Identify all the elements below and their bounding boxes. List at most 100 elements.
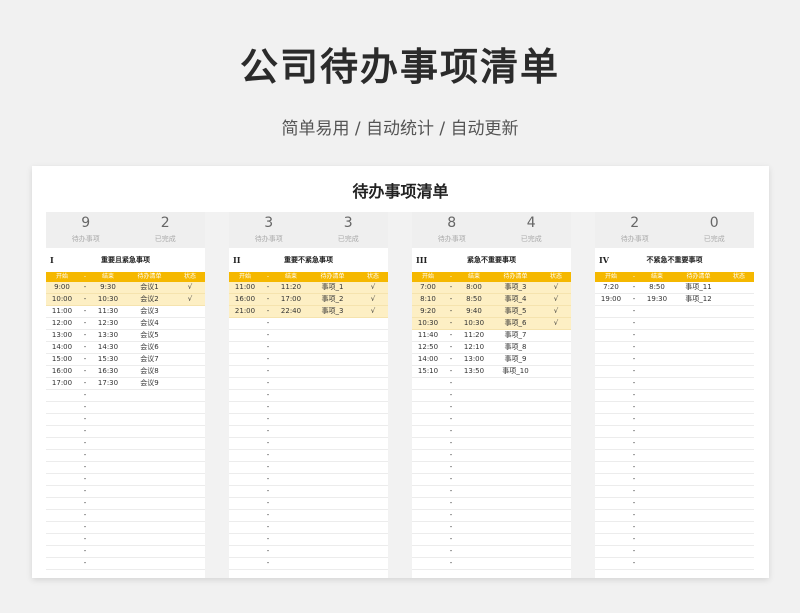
start-time-cell[interactable] [229,354,261,365]
end-time-cell[interactable]: 16:30 [92,366,124,377]
status-check-cell[interactable] [175,378,205,389]
task-cell[interactable] [673,402,724,413]
status-check-cell[interactable] [175,462,205,473]
end-time-cell[interactable]: 10:30 [92,294,124,305]
task-cell[interactable]: 会议6 [124,342,175,353]
table-row[interactable]: - [229,474,388,486]
end-time-cell[interactable] [92,558,124,569]
table-row[interactable]: - [229,534,388,546]
end-time-cell[interactable] [275,342,307,353]
table-row[interactable]: - [46,546,205,558]
task-cell[interactable] [490,402,541,413]
table-row[interactable]: - [229,558,388,570]
status-check-cell[interactable] [724,378,754,389]
status-check-cell[interactable] [358,402,388,413]
table-row[interactable]: - [412,486,571,498]
status-check-cell[interactable]: √ [175,282,205,293]
table-row[interactable]: 12:00-12:30 会议4 [46,318,205,330]
task-cell[interactable]: 事项_10 [490,366,541,377]
end-time-cell[interactable] [641,510,673,521]
task-cell[interactable]: 会议2 [124,294,175,305]
start-time-cell[interactable] [595,390,627,401]
end-time-cell[interactable]: 17:30 [92,378,124,389]
start-time-cell[interactable] [46,438,78,449]
status-check-cell[interactable] [541,426,571,437]
table-row[interactable]: - [46,510,205,522]
task-cell[interactable] [307,402,358,413]
status-check-cell[interactable] [175,354,205,365]
start-time-cell[interactable] [229,378,261,389]
end-time-cell[interactable] [641,426,673,437]
table-row[interactable]: - [46,402,205,414]
table-row[interactable]: - [229,546,388,558]
start-time-cell[interactable] [595,546,627,557]
task-cell[interactable] [307,558,358,569]
start-time-cell[interactable] [229,414,261,425]
start-time-cell[interactable]: 12:50 [412,342,444,353]
status-check-cell[interactable] [358,390,388,401]
status-check-cell[interactable] [358,558,388,569]
end-time-cell[interactable]: 19:30 [641,294,673,305]
start-time-cell[interactable]: 16:00 [46,366,78,377]
table-row[interactable]: - [46,486,205,498]
status-check-cell[interactable] [724,366,754,377]
status-check-cell[interactable] [358,474,388,485]
task-cell[interactable] [490,414,541,425]
start-time-cell[interactable] [412,534,444,545]
end-time-cell[interactable] [641,474,673,485]
table-row[interactable]: - [229,366,388,378]
start-time-cell[interactable] [46,498,78,509]
start-time-cell[interactable] [412,522,444,533]
task-cell[interactable] [307,378,358,389]
start-time-cell[interactable]: 14:00 [46,342,78,353]
status-check-cell[interactable] [358,462,388,473]
start-time-cell[interactable] [46,474,78,485]
table-row[interactable]: 19:00-19:30 事项_12 [595,294,754,306]
status-check-cell[interactable] [358,330,388,341]
end-time-cell[interactable] [275,390,307,401]
table-row[interactable]: - [46,426,205,438]
status-check-cell[interactable] [358,510,388,521]
table-row[interactable]: - [229,378,388,390]
table-row[interactable]: - [412,510,571,522]
end-time-cell[interactable]: 12:10 [458,342,490,353]
status-check-cell[interactable] [541,534,571,545]
start-time-cell[interactable] [595,450,627,461]
end-time-cell[interactable] [92,474,124,485]
end-time-cell[interactable] [641,498,673,509]
status-check-cell[interactable] [541,498,571,509]
table-row[interactable]: - [595,558,754,570]
task-cell[interactable] [490,450,541,461]
start-time-cell[interactable] [412,498,444,509]
end-time-cell[interactable] [641,462,673,473]
task-cell[interactable] [490,390,541,401]
start-time-cell[interactable] [46,426,78,437]
end-time-cell[interactable] [92,546,124,557]
task-cell[interactable]: 事项_7 [490,330,541,341]
end-time-cell[interactable] [641,522,673,533]
task-cell[interactable] [490,498,541,509]
table-row[interactable]: - [595,318,754,330]
status-check-cell[interactable] [541,354,571,365]
status-check-cell[interactable] [175,426,205,437]
task-cell[interactable] [124,402,175,413]
start-time-cell[interactable] [412,390,444,401]
start-time-cell[interactable] [412,462,444,473]
table-row[interactable]: 13:00-13:30 会议5 [46,330,205,342]
task-cell[interactable]: 事项_11 [673,282,724,293]
start-time-cell[interactable] [229,450,261,461]
task-cell[interactable] [673,474,724,485]
table-row[interactable]: - [595,402,754,414]
start-time-cell[interactable] [229,438,261,449]
status-check-cell[interactable] [724,498,754,509]
table-row[interactable]: - [46,534,205,546]
status-check-cell[interactable] [724,318,754,329]
task-cell[interactable]: 事项_3 [307,306,358,317]
end-time-cell[interactable] [92,390,124,401]
table-row[interactable]: 10:30-10:30 事项_6 √ [412,318,571,330]
start-time-cell[interactable]: 11:00 [229,282,261,293]
status-check-cell[interactable] [358,354,388,365]
end-time-cell[interactable] [641,366,673,377]
end-time-cell[interactable] [458,462,490,473]
table-row[interactable]: - [595,534,754,546]
